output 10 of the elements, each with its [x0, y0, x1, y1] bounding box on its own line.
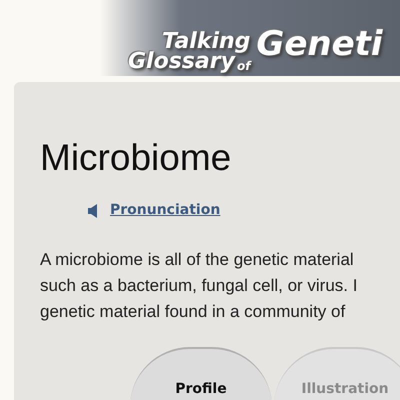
logo-word: of: [236, 60, 250, 72]
pronunciation-link[interactable]: Pronunciation: [110, 200, 220, 221]
speaker-icon[interactable]: [88, 204, 98, 218]
tab[interactable]: Profile: [130, 347, 272, 400]
term-title: Microbiome: [40, 138, 232, 178]
definition-text: such as a bacterium, fungal cell, or virus. I: [40, 275, 358, 297]
logo-word: Talking: [162, 32, 250, 52]
definition-text: A microbiome is all of the genetic material: [40, 249, 355, 271]
logo-word: Geneti: [256, 24, 383, 64]
definition-text: genetic material found in a community of: [40, 301, 346, 323]
